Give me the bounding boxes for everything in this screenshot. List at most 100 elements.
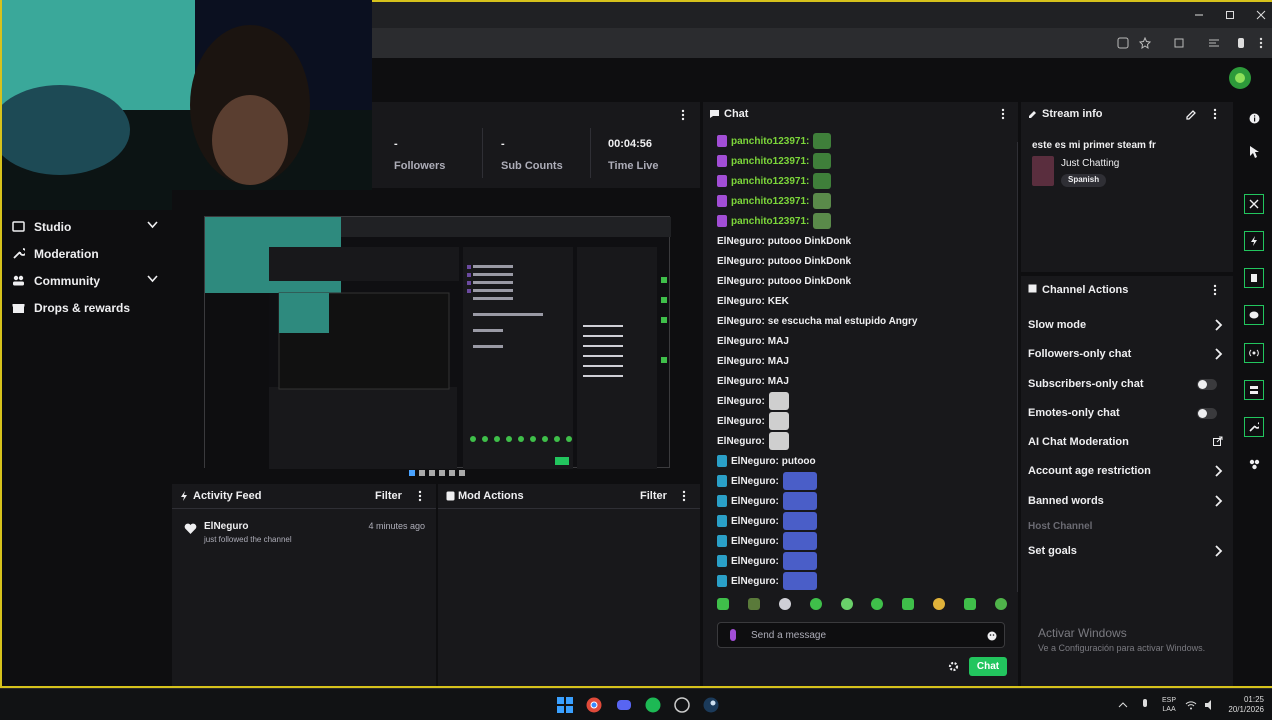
emote-button[interactable] [809,598,822,610]
maximize-icon[interactable] [1223,8,1237,22]
chat-emote[interactable] [813,193,832,209]
chevron-down-icon[interactable] [147,221,158,229]
chat-emote[interactable] [782,532,817,550]
clock[interactable]: 01:25 20/1/2026 [1226,695,1264,715]
menu-dots-icon[interactable] [1256,36,1266,50]
chat-emote[interactable] [782,512,817,530]
channel-action-emotes-only-chat[interactable]: Emotes-only chat [1028,403,1223,423]
mod-filter-button[interactable]: Filter [640,490,667,502]
chat-username[interactable]: ElNeguro: [717,316,765,327]
emote-button[interactable] [964,598,976,610]
activity-event-user[interactable]: ElNeguro [204,521,248,532]
chat-emote[interactable] [813,173,832,189]
channel-action-followers-only-chat[interactable]: Followers-only chat [1028,344,1223,364]
sidebar-item-community[interactable]: Community [0,267,172,294]
tray-chevron-icon[interactable] [1117,699,1129,711]
emote-button[interactable] [902,598,915,610]
emote-button[interactable] [871,598,884,610]
extensions-icon[interactable] [1172,36,1186,50]
chat-emote[interactable] [782,552,817,570]
clip-icon[interactable] [1244,194,1264,214]
chat-emote[interactable] [782,492,817,510]
chat-username[interactable]: ElNeguro: [717,276,765,287]
more-options-icon[interactable] [1211,284,1219,296]
translate-icon[interactable] [1116,36,1130,50]
profile-icon[interactable] [1234,36,1248,50]
clear-chat-icon[interactable] [1244,268,1264,288]
broadcast-icon[interactable] [1244,343,1264,363]
channel-action-account-age-restriction[interactable]: Account age restriction [1028,461,1223,481]
channel-action-set-goals[interactable]: Set goals [1028,541,1223,561]
language-tag[interactable]: Spanish [1061,174,1107,187]
more-options-icon[interactable] [999,108,1007,120]
chat-username[interactable]: ElNeguro: [731,536,779,547]
chat-username[interactable]: ElNeguro: [717,236,765,247]
chat-username[interactable]: panchito123971: [731,136,809,147]
more-options-icon[interactable] [416,490,424,502]
star-icon[interactable] [1138,36,1152,50]
stream-preview[interactable] [172,190,700,482]
chat-username[interactable]: ElNeguro: [717,336,765,347]
wifi-icon[interactable] [1184,698,1198,712]
app-icon[interactable] [674,697,690,713]
chat-username[interactable]: ElNeguro: [717,356,765,367]
emote-button[interactable] [747,598,760,610]
windows-start-icon[interactable] [557,697,573,713]
channel-action-subscribers-only-chat[interactable]: Subscribers-only chat [1028,374,1223,394]
chat-username[interactable]: panchito123971: [731,196,809,207]
emote-button[interactable] [933,598,946,610]
chat-username[interactable]: panchito123971: [731,156,809,167]
channel-action-slow-mode[interactable]: Slow mode [1028,315,1223,335]
category-name[interactable]: Just Chatting [1061,158,1119,169]
emote-button[interactable] [778,598,791,610]
channel-action-ai-chat-moderation[interactable]: AI Chat Moderation [1028,432,1223,452]
chat-username[interactable]: ElNeguro: [731,496,779,507]
activity-filter-button[interactable]: Filter [375,490,402,502]
chat-emote[interactable] [813,153,832,169]
chat-username[interactable]: ElNeguro: [731,556,779,567]
discord-icon[interactable] [616,697,632,713]
chat-username[interactable]: ElNeguro: [717,416,765,427]
chat-scrollbar[interactable] [1017,142,1018,592]
chat-username[interactable]: panchito123971: [731,216,809,227]
chat-username[interactable]: ElNeguro: [731,576,779,587]
chat-emote[interactable] [782,472,817,490]
microphone-icon[interactable] [1139,698,1151,712]
chat-emote[interactable] [768,392,789,410]
chat-emote[interactable] [782,572,817,590]
chat-bubble-icon[interactable] [1244,305,1264,325]
media-icon[interactable] [1207,36,1221,50]
info-icon[interactable] [1244,108,1264,128]
chat-emote[interactable] [813,133,832,149]
chat-username[interactable]: ElNeguro: [717,256,765,267]
chat-emote[interactable] [768,412,789,430]
chrome-icon[interactable] [586,697,602,713]
add-quick-action-icon[interactable] [1244,454,1264,474]
layout-icon[interactable] [1244,380,1264,400]
wrench-icon[interactable] [1244,417,1264,437]
volume-icon[interactable] [1203,698,1217,712]
chat-username[interactable]: ElNeguro: [717,376,765,387]
emote-button[interactable] [840,598,853,610]
category-thumbnail[interactable] [1032,156,1054,186]
emote-button[interactable] [717,598,729,610]
steam-icon[interactable] [703,697,719,713]
chevron-down-icon[interactable] [147,275,158,283]
chat-send-button[interactable]: Chat [969,657,1007,676]
chat-username[interactable]: ElNeguro: [717,296,765,307]
sidebar-item-moderation[interactable]: Moderation [0,240,172,267]
more-options-icon[interactable] [1211,108,1219,120]
edit-icon[interactable] [1185,109,1196,120]
toggle-switch[interactable] [1197,408,1217,419]
minimize-icon[interactable] [1192,8,1206,22]
lightning-icon[interactable] [1244,231,1264,251]
more-options-icon[interactable] [680,490,688,502]
chat-username[interactable]: panchito123971: [731,176,809,187]
chat-username[interactable]: ElNeguro: [731,476,779,487]
chat-username[interactable]: ElNeguro: [731,456,779,467]
chat-username[interactable]: ElNeguro: [717,436,765,447]
sidebar-item-drops-rewards[interactable]: Drops & rewards [0,294,172,321]
chat-username[interactable]: ElNeguro: [731,516,779,527]
chat-username[interactable]: ElNeguro: [717,396,765,407]
more-options-icon[interactable] [678,108,688,122]
